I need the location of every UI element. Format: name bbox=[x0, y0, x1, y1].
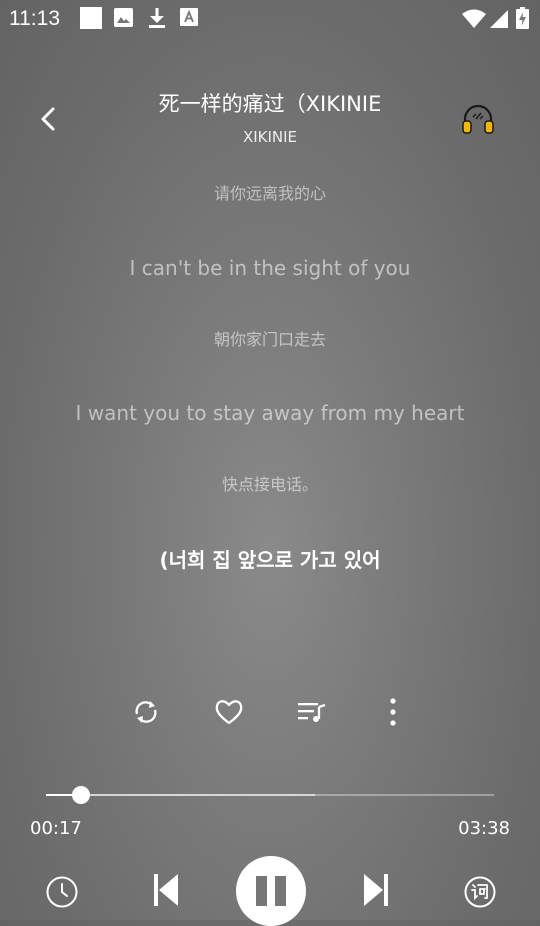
signal-icon bbox=[490, 10, 508, 28]
seek-bar[interactable] bbox=[46, 786, 494, 804]
repeat-button[interactable] bbox=[124, 690, 168, 734]
white-square-icon bbox=[80, 7, 102, 29]
playback-controls bbox=[0, 856, 540, 926]
wifi-icon bbox=[462, 9, 486, 28]
download-icon bbox=[149, 8, 165, 28]
lyric-line[interactable]: 朝你家门口走去 bbox=[0, 326, 540, 350]
back-button[interactable] bbox=[34, 104, 64, 134]
previous-button[interactable] bbox=[148, 870, 184, 910]
font-icon bbox=[180, 8, 198, 26]
total-time: 03:38 bbox=[458, 818, 510, 839]
battery-charging-icon bbox=[516, 7, 529, 29]
playlist-icon bbox=[298, 703, 326, 722]
timer-icon bbox=[46, 876, 78, 908]
seek-thumb[interactable] bbox=[71, 786, 90, 804]
chevron-left-icon bbox=[41, 107, 55, 131]
more-button[interactable] bbox=[371, 690, 415, 734]
timer-button[interactable] bbox=[44, 874, 80, 910]
player-header: 死一样的痛过（XIKINIE XIKINIE bbox=[0, 80, 540, 160]
lyric-line[interactable]: 请你远离我的心 bbox=[0, 180, 540, 204]
lyric-line[interactable]: 快点接电话。 bbox=[0, 471, 540, 495]
lyric-line[interactable]: I can't be in the sight of you bbox=[0, 256, 540, 280]
next-button[interactable] bbox=[358, 870, 394, 910]
headphone-effect-icon[interactable] bbox=[460, 102, 496, 138]
image-icon bbox=[114, 8, 133, 27]
song-artist[interactable]: XIKINIE bbox=[120, 128, 420, 146]
favorite-button[interactable] bbox=[207, 690, 251, 734]
pause-icon bbox=[256, 876, 286, 906]
previous-icon bbox=[154, 874, 178, 906]
lyrics-button[interactable] bbox=[462, 874, 498, 910]
status-bar: 11:13 bbox=[0, 0, 540, 36]
play-pause-button[interactable] bbox=[236, 856, 306, 926]
repeat-icon bbox=[135, 701, 157, 723]
more-vertical-icon bbox=[390, 698, 396, 726]
elapsed-time: 00:17 bbox=[30, 818, 82, 839]
song-title: 死一样的痛过（XIKINIE bbox=[158, 92, 382, 116]
playlist-button[interactable] bbox=[290, 690, 334, 734]
action-row bbox=[0, 690, 540, 734]
next-icon bbox=[364, 874, 388, 906]
lyric-line-current[interactable]: (너희 집 앞으로 가고 있어 bbox=[0, 544, 540, 573]
lyrics-icon bbox=[464, 876, 496, 908]
lyric-line[interactable]: I want you to stay away from my heart bbox=[0, 401, 540, 425]
heart-icon bbox=[215, 700, 243, 725]
status-time: 11:13 bbox=[9, 7, 60, 30]
